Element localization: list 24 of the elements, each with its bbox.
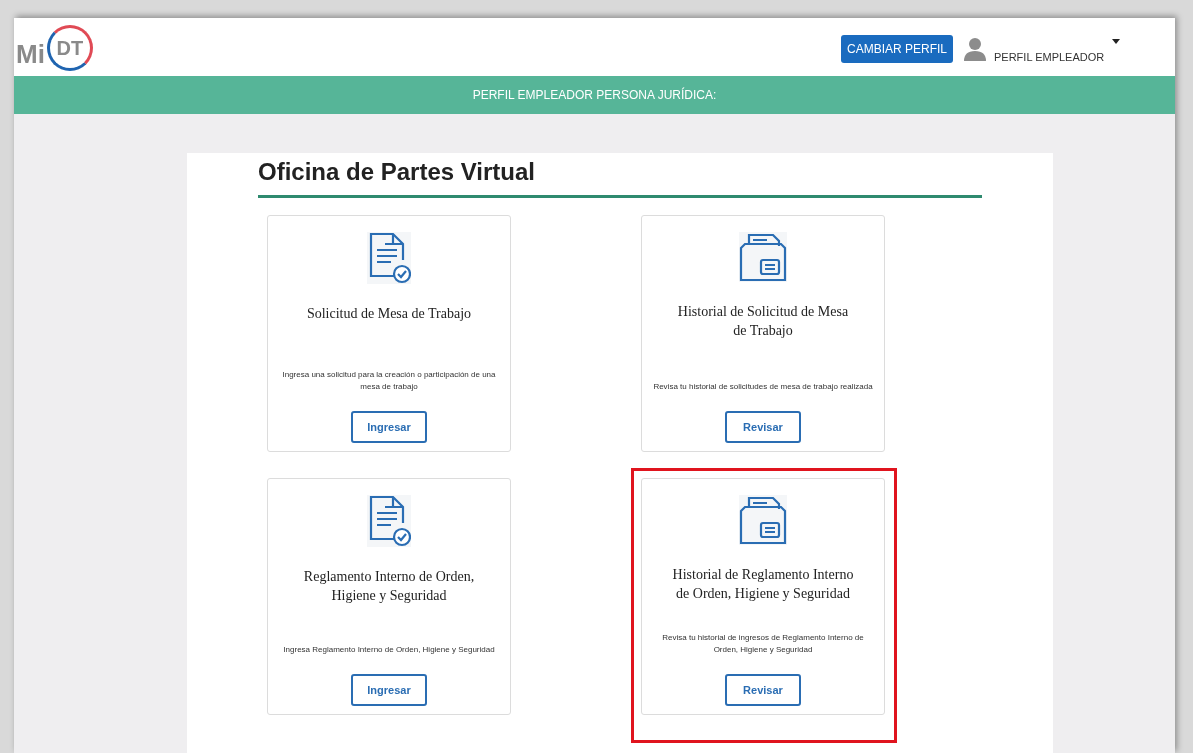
- user-menu[interactable]: PERFIL EMPLEADOR: [994, 48, 1105, 65]
- card-title: Reglamento Interno de Orden, Higiene y Seguridad: [302, 568, 476, 605]
- document-check-icon: [367, 232, 411, 284]
- caret-icon: [1112, 39, 1121, 44]
- document-check-icon: [367, 495, 411, 547]
- profile-banner-text: PERFIL EMPLEADOR PERSONA JURÍDICA:: [472, 86, 717, 105]
- change-profile-button[interactable]: CAMBIAR PERFIL: [841, 35, 954, 63]
- card-action-button[interactable]: Revisar: [725, 411, 801, 443]
- card-description: Revisa tu historial de solicitudes de mesa de trabajo realizada: [653, 381, 873, 393]
- card-action-button[interactable]: Revisar: [725, 674, 801, 706]
- card-title: Historial de Solicitud de Mesa de Trabajo: [676, 303, 850, 340]
- user-icon: [964, 37, 986, 61]
- card-description: Ingresa Reglamento Interno de Orden, Higiene y Seguridad: [282, 644, 496, 656]
- logo-text: Mi: [16, 41, 45, 68]
- folder-icon: [739, 232, 787, 282]
- card-title: Solicitud de Mesa de Trabajo: [305, 305, 473, 323]
- card-action-button[interactable]: Ingresar: [351, 674, 427, 706]
- folder-icon: [739, 495, 787, 545]
- card-action-button[interactable]: Ingresar: [351, 411, 427, 443]
- card-description: Ingresa una solicitud para la creación o participación de una mesa de trabajo: [281, 369, 497, 393]
- card-title: Historial de Reglamento Interno de Orden, Higiene y Seguridad: [672, 566, 854, 603]
- logo-badge: DT: [46, 25, 93, 72]
- card-description: Revisa tu historial de ingresos de Reglamento Interno de Orden, Higiene y Seguridad: [661, 632, 865, 656]
- page-title: Oficina de Partes Virtual: [258, 157, 536, 187]
